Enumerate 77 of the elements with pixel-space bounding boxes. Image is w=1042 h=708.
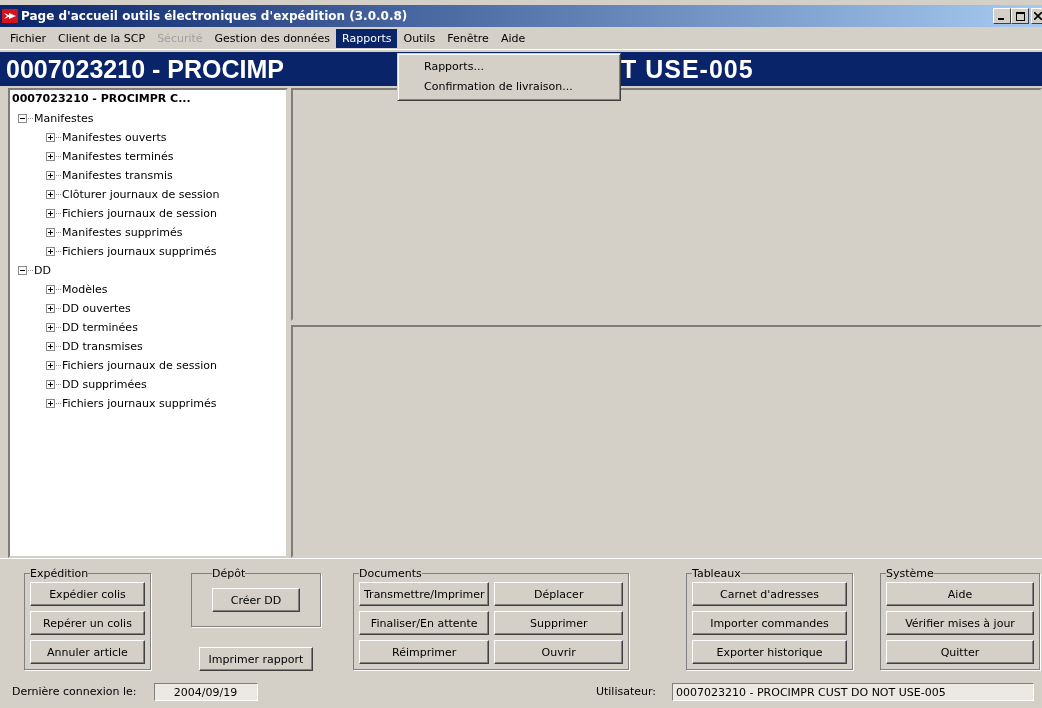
group-title: Expédition — [30, 567, 89, 580]
minimize-button[interactable] — [993, 8, 1011, 24]
expander-icon[interactable] — [46, 380, 55, 389]
window-title: Page d'accueil outils électroniques d'expédition (3.0.0.8) — [21, 9, 408, 23]
maximize-icon — [1015, 11, 1025, 21]
menu-item[interactable]: Fichier — [4, 28, 52, 48]
tree-item[interactable]: Manifestes terminés — [62, 150, 174, 163]
menu-item[interactable]: Gestion des données — [208, 28, 337, 48]
tree-root: 0007023210 - PROCIMPR C... — [12, 92, 192, 107]
tree-item[interactable]: Clôturer journaux de session — [62, 188, 220, 201]
tree-item[interactable]: Fichiers journaux de session — [62, 359, 217, 372]
tree-item[interactable]: Fichiers journaux supprimés — [62, 397, 217, 410]
expander-icon[interactable] — [46, 171, 55, 180]
tree-item[interactable]: Manifestes supprimés — [62, 226, 183, 239]
expander-icon[interactable] — [46, 209, 55, 218]
expander-icon[interactable] — [46, 152, 55, 161]
action-button[interactable]: Réimprimer — [359, 640, 490, 664]
group-title: Système — [886, 567, 934, 580]
action-button[interactable]: Imprimer rapport — [199, 647, 313, 671]
expander-icon[interactable] — [46, 285, 55, 294]
close-icon — [1034, 12, 1042, 20]
status-label: Dernière connexion le: — [12, 685, 137, 698]
menu-option[interactable]: Rapports... — [424, 57, 620, 77]
menu-item[interactable]: Aide — [494, 28, 532, 48]
tree-item[interactable]: DD terminées — [62, 321, 138, 334]
tree-item[interactable]: DD transmises — [62, 340, 143, 353]
status-field: 0007023210 - PROCIMPR CUST DO NOT USE-005 — [672, 682, 1034, 701]
expander-icon[interactable] — [46, 342, 55, 351]
banner-text: T USE-005 — [621, 54, 754, 84]
action-button[interactable]: Vérifier mises à jour — [886, 611, 1034, 635]
menu-option[interactable]: Confirmation de livraison... — [424, 77, 620, 97]
expander-icon[interactable] — [18, 266, 27, 275]
menu-item[interactable]: Fenêtre — [441, 28, 495, 48]
action-button[interactable]: Repérer un colis — [30, 611, 145, 635]
expander-icon[interactable] — [46, 323, 55, 332]
status-field: 2004/09/19 — [153, 682, 258, 701]
status-label: Utilisateur: — [595, 685, 656, 698]
maximize-button[interactable] — [1011, 8, 1029, 24]
expander-icon[interactable] — [18, 114, 27, 123]
banner-text: 0007023210 - PROCIMP — [5, 54, 285, 84]
action-button[interactable]: Importer commandes — [692, 611, 847, 635]
tree-item[interactable]: Fichiers journaux supprimés — [62, 245, 217, 258]
action-button[interactable]: Annuler article — [30, 640, 145, 664]
action-button[interactable]: Créer DD — [212, 588, 300, 612]
expander-icon[interactable] — [46, 399, 55, 408]
menu-item[interactable]: Rapports — [336, 28, 398, 48]
expander-icon[interactable] — [46, 361, 55, 370]
tree-item[interactable]: DD supprimées — [62, 378, 147, 391]
tree-item[interactable]: Manifestes transmis — [62, 169, 173, 182]
action-button[interactable]: Expédier colis — [30, 582, 145, 606]
tree-item[interactable]: Modèles — [62, 283, 108, 296]
menu-item[interactable]: Outils — [397, 28, 442, 48]
action-button[interactable]: Ouvrir — [494, 640, 623, 664]
action-button[interactable]: Transmettre/Imprimer — [359, 582, 490, 606]
action-button[interactable]: Supprimer — [494, 611, 623, 635]
tree-item[interactable]: Manifestes ouverts — [62, 131, 167, 144]
expander-icon[interactable] — [46, 304, 55, 313]
action-button[interactable]: Carnet d'adresses — [692, 582, 847, 606]
action-button[interactable]: Finaliser/En attente — [359, 611, 490, 635]
action-button[interactable]: Aide — [886, 582, 1034, 606]
action-button[interactable]: Quitter — [886, 640, 1034, 664]
tree-item[interactable]: Manifestes — [34, 112, 94, 125]
logo-icon — [2, 9, 18, 23]
tree-item[interactable]: Fichiers journaux de session — [62, 207, 217, 220]
expander-icon[interactable] — [46, 190, 55, 199]
menu-item[interactable]: Client de la SCP — [51, 28, 152, 48]
action-button[interactable]: Exporter historique — [692, 640, 847, 664]
tree-item[interactable]: DD — [34, 264, 51, 277]
expander-icon[interactable] — [46, 247, 55, 256]
close-button[interactable] — [1031, 8, 1042, 24]
group-title: Documents — [359, 567, 422, 580]
expander-icon[interactable] — [46, 228, 55, 237]
group-title: Tableaux — [692, 567, 741, 580]
expander-icon[interactable] — [46, 133, 55, 142]
action-button[interactable]: Déplacer — [494, 582, 623, 606]
tree-item[interactable]: DD ouvertes — [62, 302, 131, 315]
group-title: Dépôt — [212, 567, 246, 580]
